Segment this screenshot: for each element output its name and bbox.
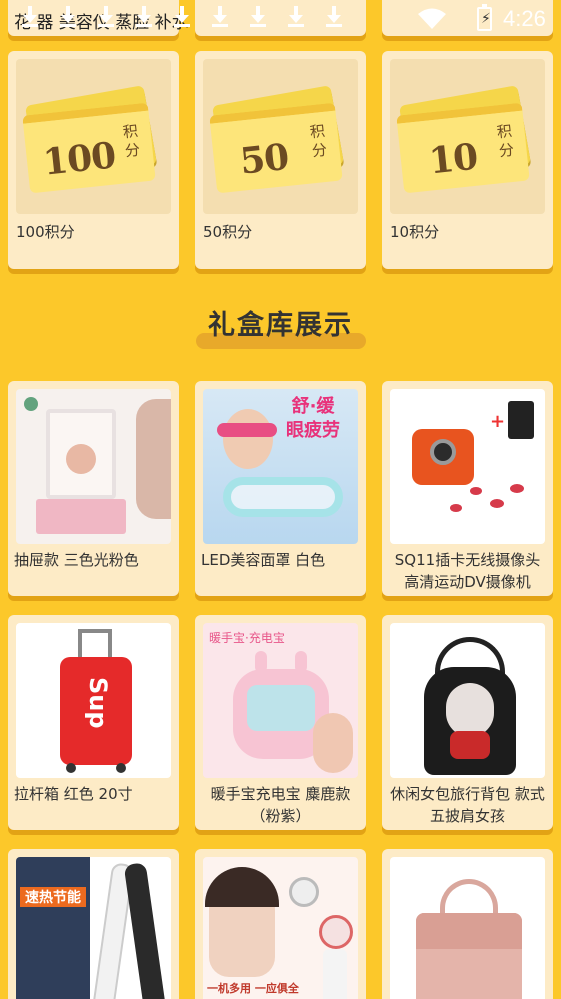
ticket-amount: 100 (41, 134, 118, 184)
mirror-box-image (16, 389, 171, 544)
eye-mask-slogan: 舒·缓 眼疲劳 (286, 396, 340, 441)
battery-icon: ⚡ (477, 4, 492, 31)
gift-card[interactable]: 暖手宝·充电宝 暖手宝充电宝 麋鹿款（粉紫） (195, 615, 366, 830)
backpack-image (390, 623, 545, 778)
download-icon (286, 4, 306, 28)
points-card-50[interactable]: 50 积分 50积分 (195, 51, 366, 269)
points-ticket-image: 50 积分 (203, 59, 358, 214)
gift-card[interactable]: Sup 拉杆箱 红色 20寸 (8, 615, 179, 830)
face-brush-image: 一机多用 一应俱全 AE-8289 (203, 857, 358, 999)
ticket-unit: 积分 (496, 121, 515, 161)
points-label: 10积分 (390, 223, 440, 241)
gift-label: 抽屉款 三色光粉色 (14, 551, 139, 569)
section-title: 礼盒库展示 (0, 303, 561, 349)
gift-card[interactable]: 速热节能 (8, 849, 179, 999)
download-icon (210, 4, 230, 28)
gift-label: 暖手宝充电宝 麋鹿款（粉紫） (210, 785, 351, 825)
gift-label: SQ11插卡无线摄像头高清运动DV摄像机 (394, 551, 541, 591)
download-icon (172, 4, 192, 28)
hand-warmer-slogan: 暖手宝·充电宝 (209, 631, 285, 645)
points-ticket-image: 100 积分 (16, 59, 171, 214)
gift-card[interactable] (382, 849, 553, 999)
points-card-100[interactable]: 100 积分 100积分 (8, 51, 179, 269)
ticket-amount: 50 (238, 135, 291, 183)
download-icon (324, 4, 344, 28)
points-label: 50积分 (203, 223, 253, 241)
clock: 4:26 (503, 6, 546, 31)
gift-card[interactable]: 抽屉款 三色光粉色 (8, 381, 179, 596)
gift-card[interactable]: 休闲女包旅行背包 款式五披肩女孩 (382, 615, 553, 830)
points-label: 100积分 (16, 223, 75, 241)
suitcase-logo: Sup (84, 677, 112, 729)
hand-warmer-image: 暖手宝·充电宝 (203, 623, 358, 778)
ticket-unit: 积分 (309, 121, 328, 161)
eye-mask-image: 舒·缓 眼疲劳 (203, 389, 358, 544)
gift-label: LED美容面罩 白色 (201, 551, 326, 569)
face-brush-slogan: 一机多用 一应俱全 AE-8289 (207, 982, 299, 999)
download-icons (20, 4, 344, 28)
gift-label: 拉杆箱 红色 20寸 (14, 785, 133, 803)
status-bar: 花 器 美容仪 蒸脸 补水 ⚡ 4:26 (0, 0, 561, 40)
section-title-text: 礼盒库展示 (208, 310, 353, 341)
download-icon (134, 4, 154, 28)
download-icon (96, 4, 116, 28)
download-icon (58, 4, 78, 28)
gift-card[interactable]: 一机多用 一应俱全 AE-8289 (195, 849, 366, 999)
gift-label: 休闲女包旅行背包 款式五披肩女孩 (390, 785, 545, 825)
download-icon (20, 4, 40, 28)
ticket-unit: 积分 (122, 121, 141, 161)
straightener-slogan: 速热节能 (20, 887, 86, 907)
gift-card[interactable]: 舒·缓 眼疲劳 LED美容面罩 白色 (195, 381, 366, 596)
wifi-icon (418, 8, 446, 29)
hair-straightener-image: 速热节能 (16, 857, 171, 999)
download-icon (248, 4, 268, 28)
gift-card[interactable]: + SQ11插卡无线摄像头高清运动DV摄像机 (382, 381, 553, 596)
ticket-amount: 10 (427, 135, 480, 183)
suitcase-image: Sup (16, 623, 171, 778)
mini-camera-image: + (390, 389, 545, 544)
points-card-10[interactable]: 10 积分 10积分 (382, 51, 553, 269)
points-ticket-image: 10 积分 (390, 59, 545, 214)
handbag-image (390, 857, 545, 999)
